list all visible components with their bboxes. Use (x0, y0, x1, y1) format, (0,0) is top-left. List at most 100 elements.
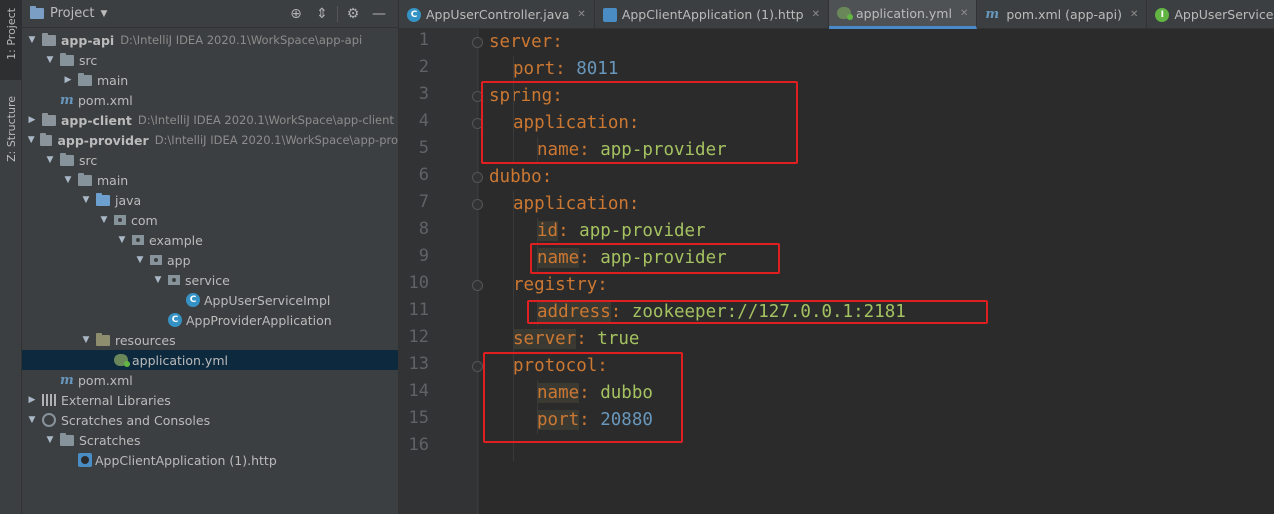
expanded-arrow-icon[interactable]: ▼ (26, 415, 38, 425)
project-panel-header: Project ▼ ⊕ ⇕ ⚙ — (22, 0, 398, 28)
tree-item-external-libraries[interactable]: ▶ External Libraries (22, 390, 398, 410)
code-line[interactable]: dubbo: (489, 164, 552, 191)
tree-item-label: app (167, 252, 191, 268)
project-tool-tab-label: 1: Project (4, 8, 18, 60)
tree-item-java[interactable]: ▼ java (22, 190, 398, 210)
source-folder-icon (96, 192, 110, 206)
tree-item-appuserserviceimpl[interactable]: C AppUserServiceImpl (22, 290, 398, 310)
expanded-arrow-icon[interactable]: ▼ (26, 35, 38, 45)
tab-appuserservice[interactable]: I AppUserService.java ✕ (1147, 0, 1274, 29)
code-line[interactable]: registry: (513, 272, 608, 299)
tree-item-com[interactable]: ▼ com (22, 210, 398, 230)
tab-label: AppClientApplication (1).http (621, 7, 804, 22)
tree-item-label: AppClientApplication (1).http (95, 452, 277, 468)
project-tool-tab[interactable]: 1: Project (0, 0, 22, 80)
tree-item-main[interactable]: ▶ main (22, 70, 398, 90)
line-number: 1 (418, 30, 429, 50)
code-view[interactable]: 1 2 3 4 5 6 7 8 9 10 11 12 13 14 15 16 server: port: 801… (399, 29, 1274, 514)
toolbar-separator (337, 5, 338, 22)
expanded-arrow-icon[interactable]: ▼ (134, 255, 146, 265)
fold-marker-icon[interactable] (472, 199, 483, 210)
code-line[interactable]: server: true (513, 326, 639, 353)
fold-marker-icon[interactable] (472, 172, 483, 183)
tree-item-application-yml[interactable]: application.yml (22, 350, 398, 370)
package-icon (168, 275, 180, 285)
expanded-arrow-icon[interactable]: ▼ (116, 235, 128, 245)
project-panel: Project ▼ ⊕ ⇕ ⚙ — ▼ app-api D:\IntelliJ … (22, 0, 398, 514)
close-icon[interactable]: ✕ (812, 9, 820, 20)
code-line[interactable]: port: 8011 (513, 56, 618, 83)
tab-label: pom.xml (app-api) (1006, 7, 1122, 22)
close-icon[interactable]: ✕ (960, 8, 968, 19)
expanded-arrow-icon[interactable]: ▼ (62, 175, 74, 185)
module-folder-icon (40, 132, 53, 146)
module-folder-icon (42, 32, 56, 46)
fold-marker-icon[interactable] (472, 280, 483, 291)
maven-icon: m (60, 372, 74, 388)
expanded-arrow-icon[interactable]: ▼ (152, 275, 164, 285)
hide-icon[interactable]: — (366, 3, 392, 25)
fold-marker-icon[interactable] (472, 361, 483, 372)
tree-item-resources[interactable]: ▼ resources (22, 330, 398, 350)
chevron-down-icon[interactable]: ▼ (100, 9, 107, 19)
tree-item-label: example (149, 232, 203, 248)
collapsed-arrow-icon[interactable]: ▶ (62, 75, 74, 85)
tree-item-app-api[interactable]: ▼ app-api D:\IntelliJ IDEA 2020.1\WorkSp… (22, 30, 398, 50)
tab-appusercontroller[interactable]: C AppUserController.java ✕ (399, 0, 595, 29)
tree-item-service[interactable]: ▼ service (22, 270, 398, 290)
close-icon[interactable]: ✕ (577, 9, 585, 20)
expanded-arrow-icon[interactable]: ▼ (44, 435, 56, 445)
line-number: 8 (418, 219, 429, 239)
expanded-arrow-icon[interactable]: ▼ (98, 215, 110, 225)
tree-item-appproviderapplication[interactable]: C AppProviderApplication (22, 310, 398, 330)
collapsed-arrow-icon[interactable]: ▶ (26, 395, 38, 405)
tree-item-scratches-and-consoles[interactable]: ▼ Scratches and Consoles (22, 410, 398, 430)
tree-item-pom-xml[interactable]: m pom.xml (22, 90, 398, 110)
tree-item-pom-xml[interactable]: m pom.xml (22, 370, 398, 390)
structure-tool-tab[interactable]: Z: Structure (0, 90, 22, 180)
tree-item-app-provider[interactable]: ▼ app-provider D:\IntelliJ IDEA 2020.1\W… (22, 130, 398, 150)
editor-tabs: C AppUserController.java ✕ AppClientAppl… (399, 0, 1274, 29)
module-path: D:\IntelliJ IDEA 2020.1\WorkSpace\app-cl… (137, 113, 394, 127)
project-view-selector[interactable]: Project (50, 6, 94, 21)
code-line[interactable]: server: (489, 29, 563, 56)
annotation-box-spring-name (481, 81, 798, 164)
project-folder-icon (30, 6, 44, 19)
tree-item-app[interactable]: ▼ app (22, 250, 398, 270)
gear-icon[interactable]: ⚙ (340, 3, 366, 25)
tab-appclientapplication-http[interactable]: AppClientApplication (1).http ✕ (595, 0, 829, 29)
yaml-value: true (597, 329, 640, 349)
package-icon (114, 215, 126, 225)
code-line[interactable]: id: app-provider (537, 218, 706, 245)
tree-item-label: app-provider (57, 132, 149, 148)
tree-item-app-client[interactable]: ▶ app-client D:\IntelliJ IDEA 2020.1\Wor… (22, 110, 398, 130)
expanded-arrow-icon[interactable]: ▼ (44, 55, 56, 65)
project-toolbar: ⊕ ⇕ ⚙ — (283, 3, 398, 25)
annotation-box-registry-address (527, 300, 988, 324)
expanded-arrow-icon[interactable]: ▼ (80, 335, 92, 345)
tree-item-src[interactable]: ▼ src (22, 50, 398, 70)
interface-icon: I (1155, 7, 1170, 22)
expanded-arrow-icon[interactable]: ▼ (26, 135, 36, 145)
tree-item-appclientapplication-http[interactable]: AppClientApplication (1).http (22, 450, 398, 470)
yaml-key: server (513, 329, 577, 349)
tab-application-yml[interactable]: application.yml ✕ (828, 0, 978, 29)
locate-icon[interactable]: ⊕ (283, 3, 309, 25)
maven-icon: m (60, 92, 74, 108)
collapse-all-icon[interactable]: ⇕ (309, 3, 335, 25)
fold-marker-icon[interactable] (472, 37, 483, 48)
tree-item-main[interactable]: ▼ main (22, 170, 398, 190)
expanded-arrow-icon[interactable]: ▼ (44, 155, 56, 165)
tree-item-example[interactable]: ▼ example (22, 230, 398, 250)
tab-pom-xml-app-api[interactable]: m pom.xml (app-api) ✕ (977, 0, 1148, 29)
collapsed-arrow-icon[interactable]: ▶ (26, 115, 38, 125)
tree-item-scratches[interactable]: ▼ Scratches (22, 430, 398, 450)
code-line[interactable]: application: (513, 191, 639, 218)
tree-item-label: main (97, 172, 129, 188)
tree-item-label: Scratches and Consoles (61, 412, 211, 428)
expanded-arrow-icon[interactable]: ▼ (80, 195, 92, 205)
tree-item-src[interactable]: ▼ src (22, 150, 398, 170)
folder-icon (78, 172, 92, 186)
close-icon[interactable]: ✕ (1130, 9, 1138, 20)
yaml-separator: : (628, 194, 640, 214)
